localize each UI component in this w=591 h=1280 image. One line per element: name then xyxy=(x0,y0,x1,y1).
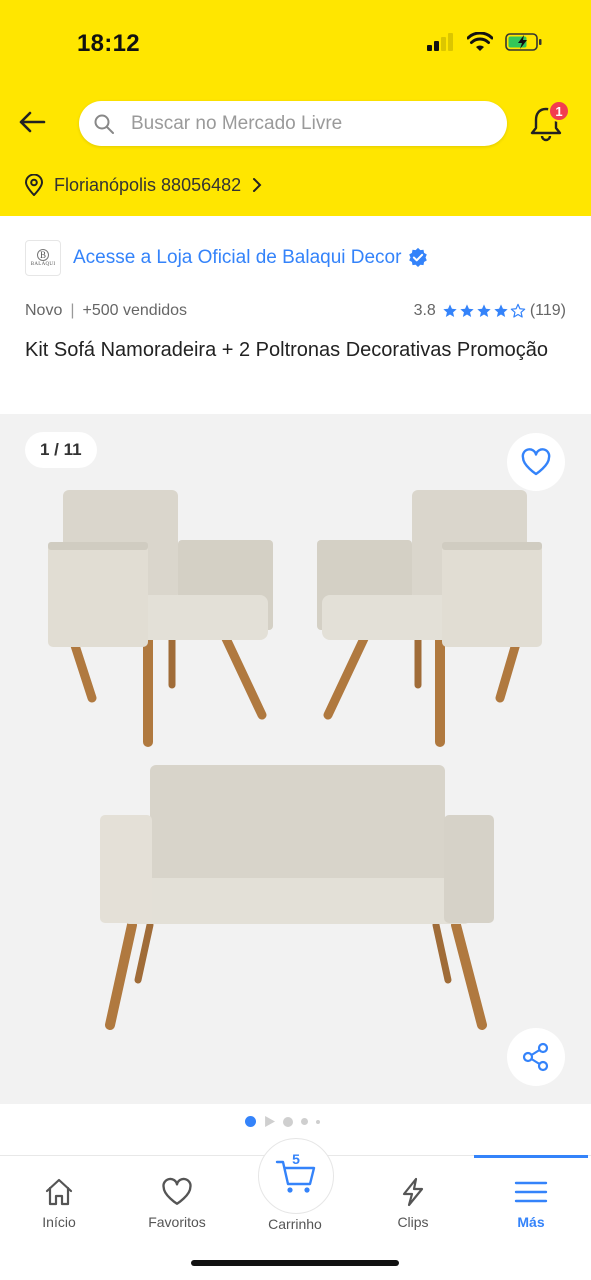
wifi-icon xyxy=(467,32,493,51)
review-count: (119) xyxy=(529,302,566,319)
heart-icon xyxy=(162,1177,192,1205)
official-store-link[interactable]: B BALAQUI Acesse a Loja Oficial de Balaq… xyxy=(25,240,429,276)
meta-separator: | xyxy=(70,302,75,319)
nav-item-favoritos[interactable]: Favoritos xyxy=(127,1176,227,1230)
store-logo: B BALAQUI xyxy=(25,240,61,276)
nav-item-clips[interactable]: Clips xyxy=(363,1176,463,1230)
armchair-right-illustration xyxy=(317,490,542,747)
product-meta: Novo | +500 vendidos xyxy=(25,302,187,320)
nav-label: Favoritos xyxy=(148,1214,206,1230)
home-icon xyxy=(45,1178,73,1206)
star-full-icon xyxy=(477,304,491,317)
nav-item-carrinho[interactable]: Carrinho xyxy=(245,1210,345,1232)
share-button[interactable] xyxy=(507,1028,565,1086)
status-time: 18:12 xyxy=(77,30,140,57)
status-icons xyxy=(427,32,543,52)
cart-button[interactable]: 5 xyxy=(258,1138,334,1214)
add-favorite-button[interactable] xyxy=(507,433,565,491)
pagination-dots xyxy=(245,1116,320,1127)
notification-badge: 1 xyxy=(548,100,570,122)
search-input[interactable] xyxy=(131,112,461,135)
image-counter: 1 / 11 xyxy=(25,432,97,468)
store-logo-letter: B xyxy=(37,249,49,261)
product-title: Kit Sofá Namoradeira + 2 Poltronas Decor… xyxy=(25,339,549,361)
heart-icon xyxy=(521,448,551,476)
share-icon xyxy=(522,1042,549,1072)
loveseat-illustration xyxy=(100,765,494,1030)
store-link-text[interactable]: Acesse a Loja Oficial de Balaqui Decor xyxy=(73,247,401,269)
verified-badge-icon xyxy=(409,247,428,267)
battery-icon xyxy=(505,33,542,51)
star-empty-icon xyxy=(510,303,526,318)
notifications-button[interactable]: 1 xyxy=(528,100,570,144)
star-full-icon xyxy=(494,304,508,317)
pagination-dot-active xyxy=(245,1116,256,1127)
home-indicator xyxy=(191,1260,399,1266)
pagination-dot xyxy=(301,1118,308,1125)
star-full-icon xyxy=(443,304,457,317)
active-tab-indicator xyxy=(474,1155,588,1158)
search-icon xyxy=(93,113,115,135)
rating-summary[interactable]: 3.8 (119) xyxy=(414,302,566,320)
rating-value: 3.8 xyxy=(413,302,436,319)
star-full-icon xyxy=(460,304,474,317)
location-pin-icon xyxy=(24,174,44,196)
pagination-dot xyxy=(283,1116,293,1127)
signal-icon xyxy=(427,33,453,51)
menu-icon xyxy=(514,1181,548,1203)
back-button[interactable] xyxy=(14,104,50,140)
nav-item-inicio[interactable]: Início xyxy=(9,1176,109,1230)
product-image xyxy=(48,490,542,1030)
armchair-left-illustration xyxy=(48,490,273,747)
cart-count: 5 xyxy=(292,1151,300,1167)
rating-stars xyxy=(442,303,526,319)
condition-text: Novo xyxy=(25,302,63,319)
nav-label: Clips xyxy=(397,1214,429,1230)
arrow-left-icon xyxy=(19,111,46,133)
chevron-right-icon xyxy=(253,178,262,192)
nav-label: Carrinho xyxy=(268,1216,322,1232)
nav-label: Início xyxy=(42,1214,76,1230)
bolt-icon xyxy=(402,1177,424,1207)
search-bar[interactable] xyxy=(79,101,507,146)
location-selector[interactable]: Florianópolis 88056482 xyxy=(24,174,263,196)
sold-count: +500 vendidos xyxy=(82,302,188,319)
location-text: Florianópolis 88056482 xyxy=(54,174,242,195)
store-logo-text: BALAQUI xyxy=(30,262,56,267)
nav-label: Más xyxy=(517,1214,545,1230)
pagination-dot xyxy=(316,1119,320,1124)
header: 18:12 Buscar no Mercado Livre 1 Florianó… xyxy=(0,0,591,216)
nav-item-mas[interactable]: Más xyxy=(481,1176,581,1230)
video-play-icon xyxy=(265,1116,275,1127)
